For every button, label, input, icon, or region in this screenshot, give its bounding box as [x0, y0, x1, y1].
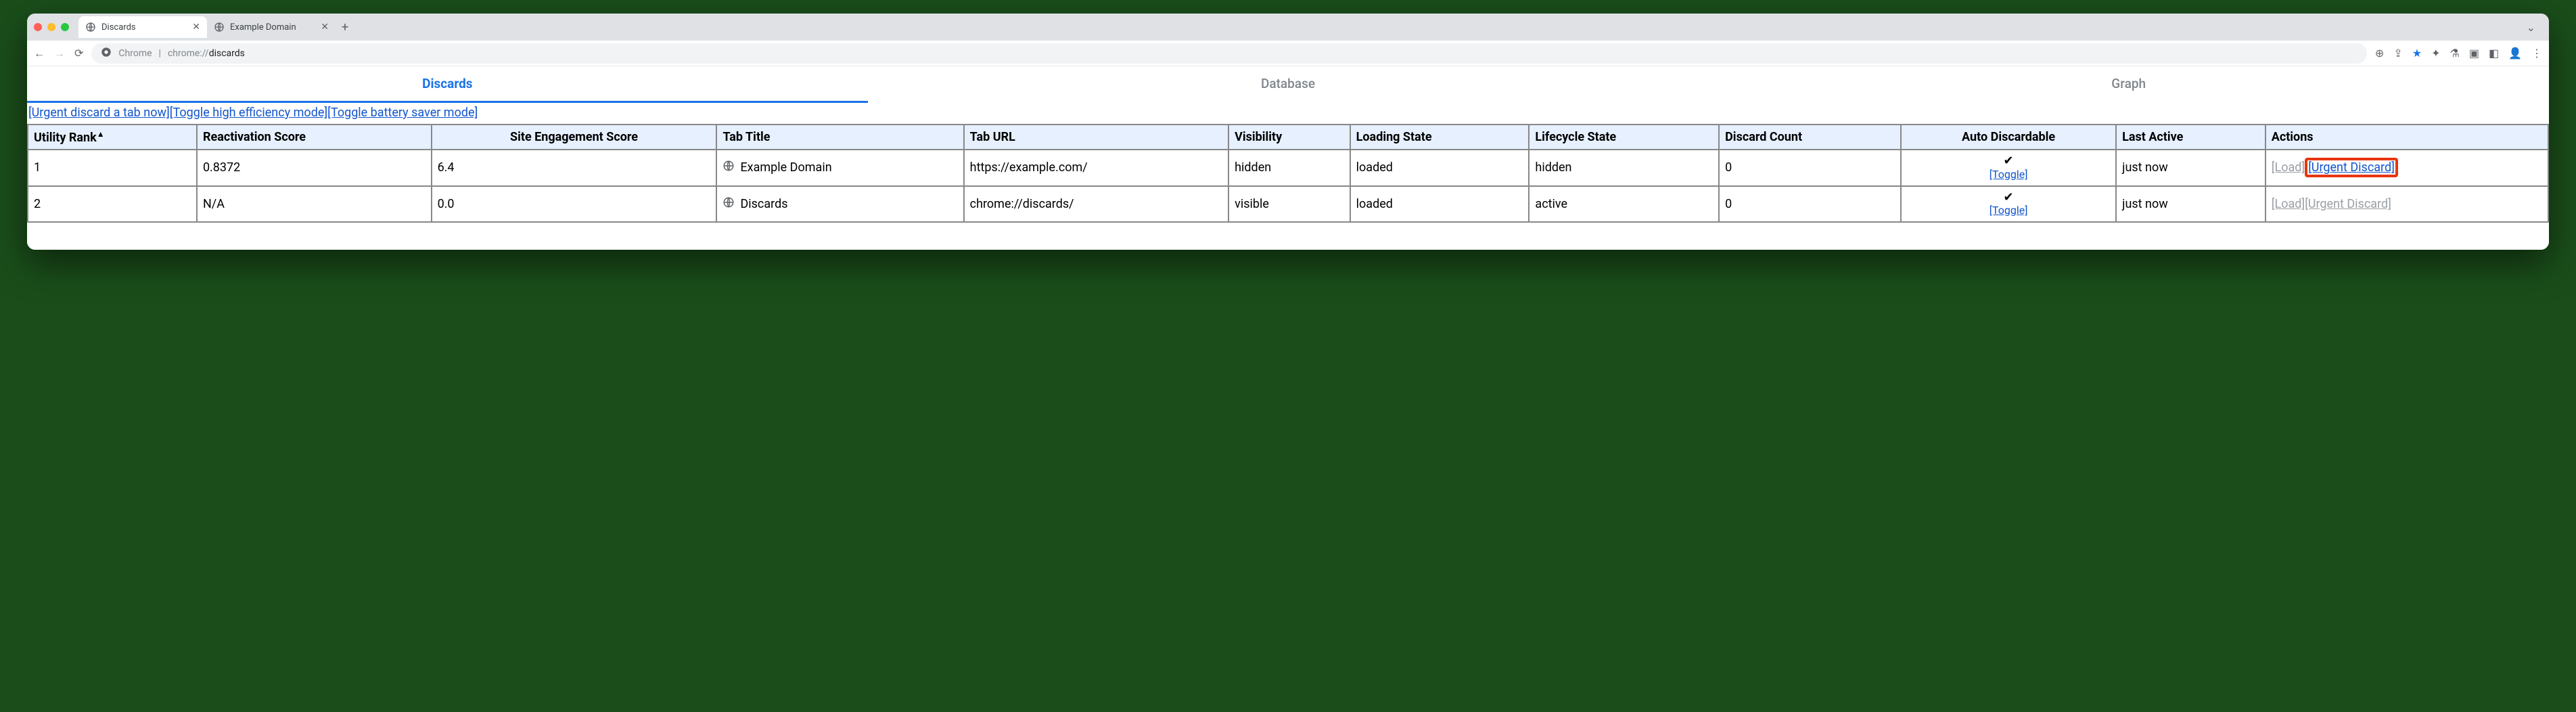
globe-icon: [214, 22, 225, 32]
cell-last-active: just now: [2116, 150, 2266, 186]
forward-button[interactable]: →: [54, 47, 65, 60]
sort-asc-icon: ▲: [97, 129, 105, 139]
toggle-battery-saver-link[interactable]: [Toggle battery saver mode]: [327, 106, 478, 120]
side-panel-icon[interactable]: ◧: [2489, 47, 2499, 60]
url-scheme-label: Chrome: [118, 48, 152, 59]
tab-strip: Discards ✕ Example Domain ✕ + ⌄: [27, 14, 2549, 41]
cell-loading: loaded: [1350, 150, 1530, 186]
new-tab-button[interactable]: +: [336, 18, 354, 37]
tab-title: Discards: [101, 22, 136, 32]
cell-visibility: hidden: [1228, 150, 1350, 186]
cell-rank: 2: [28, 186, 197, 223]
cell-auto-discardable: ✔ [Toggle]: [1901, 186, 2116, 223]
table-row: 2 N/A 0.0 Discards chrome://discards/ vi…: [28, 186, 2548, 223]
globe-icon: [722, 196, 735, 212]
cell-tab-title: Discards: [716, 186, 963, 223]
toggle-high-efficiency-link[interactable]: [Toggle high efficiency mode]: [170, 106, 327, 120]
highlight-box: [Urgent Discard]: [2305, 158, 2398, 177]
tab-title-text: Example Domain: [740, 160, 831, 175]
cell-discard-count: 0: [1719, 186, 1901, 223]
cell-auto-discardable: ✔ [Toggle]: [1901, 150, 2116, 186]
window-controls: [34, 23, 69, 31]
checkmark-icon: ✔: [1907, 154, 2110, 168]
load-action-link[interactable]: [Load]: [2272, 160, 2305, 175]
col-tab-url[interactable]: Tab URL: [964, 125, 1228, 150]
auto-discardable-toggle-link[interactable]: [Toggle]: [1990, 168, 2028, 181]
cell-rank: 1: [28, 150, 197, 186]
page-content: Discards Database Graph [Urgent discard …: [27, 66, 2549, 250]
tab-title-text: Discards: [740, 197, 787, 211]
chrome-icon: [101, 47, 112, 60]
cell-last-active: just now: [2116, 186, 2266, 223]
page-tab-database[interactable]: Database: [868, 66, 1709, 103]
cast-icon[interactable]: ▣: [2469, 47, 2479, 60]
cell-tab-title: Example Domain: [716, 150, 963, 186]
reload-button[interactable]: ⟳: [74, 47, 83, 60]
cell-reactivation: 0.8372: [197, 150, 432, 186]
url-grey-part: chrome://: [168, 48, 209, 59]
urgent-discard-now-link[interactable]: [Urgent discard a tab now]: [28, 106, 170, 120]
load-action-link[interactable]: [Load]: [2272, 197, 2305, 211]
discards-table: Utility Rank▲ Reactivation Score Site En…: [27, 124, 2549, 223]
menu-icon[interactable]: ⋮: [2531, 47, 2542, 60]
url-bold-part: discards: [209, 48, 245, 59]
cell-site-engagement: 6.4: [432, 150, 717, 186]
cell-loading: loaded: [1350, 186, 1530, 223]
tab-discards[interactable]: Discards ✕: [78, 16, 207, 38]
back-button[interactable]: ←: [34, 47, 45, 60]
col-last-active[interactable]: Last Active: [2116, 125, 2266, 150]
col-visibility[interactable]: Visibility: [1228, 125, 1350, 150]
page-tab-bar: Discards Database Graph: [27, 66, 2549, 103]
labs-icon[interactable]: ⚗: [2450, 47, 2459, 60]
maximize-window-button[interactable]: [61, 23, 69, 31]
close-tab-icon[interactable]: ✕: [321, 22, 329, 32]
cell-visibility: visible: [1228, 186, 1350, 223]
cell-site-engagement: 0.0: [432, 186, 717, 223]
cell-tab-url: chrome://discards/: [964, 186, 1228, 223]
col-tab-title[interactable]: Tab Title: [716, 125, 963, 150]
tab-search-button[interactable]: ⌄: [2520, 21, 2542, 34]
col-discard-count[interactable]: Discard Count: [1719, 125, 1901, 150]
col-loading-state[interactable]: Loading State: [1350, 125, 1530, 150]
page-tab-graph[interactable]: Graph: [1708, 66, 2549, 103]
cell-actions: [Load][Urgent Discard]: [2266, 186, 2548, 223]
extensions-icon[interactable]: ✦: [2431, 47, 2440, 60]
urgent-discard-action-link[interactable]: [Urgent Discard]: [2308, 160, 2395, 175]
zoom-icon[interactable]: ⊕: [2375, 47, 2384, 60]
globe-icon: [85, 22, 96, 32]
close-window-button[interactable]: [34, 23, 42, 31]
cell-lifecycle: hidden: [1529, 150, 1719, 186]
tab-title: Example Domain: [230, 22, 296, 32]
profile-icon[interactable]: 👤: [2508, 47, 2522, 60]
tab-example-domain[interactable]: Example Domain ✕: [207, 16, 336, 38]
close-tab-icon[interactable]: ✕: [192, 22, 200, 32]
browser-window: Discards ✕ Example Domain ✕ + ⌄ ← → ⟳ Ch…: [27, 14, 2549, 250]
col-lifecycle-state[interactable]: Lifecycle State: [1529, 125, 1719, 150]
cell-reactivation: N/A: [197, 186, 432, 223]
cell-actions: [Load][Urgent Discard]: [2266, 150, 2548, 186]
cell-tab-url: https://example.com/: [964, 150, 1228, 186]
toolbar: ← → ⟳ Chrome | chrome://discards ⊕ ⇪ ★ ✦…: [27, 41, 2549, 66]
col-actions[interactable]: Actions: [2266, 125, 2548, 150]
urgent-discard-action-link[interactable]: [Urgent Discard]: [2305, 197, 2391, 211]
bookmark-star-icon[interactable]: ★: [2412, 47, 2422, 60]
share-icon[interactable]: ⇪: [2393, 47, 2402, 60]
globe-icon: [722, 160, 735, 175]
auto-discardable-toggle-link[interactable]: [Toggle]: [1990, 204, 2028, 217]
page-tab-discards[interactable]: Discards: [27, 66, 868, 103]
checkmark-icon: ✔: [1907, 191, 2110, 204]
col-site-engagement[interactable]: Site Engagement Score: [432, 125, 717, 150]
minimize-window-button[interactable]: [47, 23, 55, 31]
col-auto-discardable[interactable]: Auto Discardable: [1901, 125, 2116, 150]
top-action-links: [Urgent discard a tab now][Toggle high e…: [27, 103, 2549, 124]
cell-discard-count: 0: [1719, 150, 1901, 186]
cell-lifecycle: active: [1529, 186, 1719, 223]
col-reactivation-score[interactable]: Reactivation Score: [197, 125, 432, 150]
table-row: 1 0.8372 6.4 Example Domain https://exam…: [28, 150, 2548, 186]
col-utility-rank[interactable]: Utility Rank▲: [28, 125, 197, 150]
url-divider: |: [159, 48, 161, 59]
address-bar[interactable]: Chrome | chrome://discards: [91, 43, 2367, 64]
